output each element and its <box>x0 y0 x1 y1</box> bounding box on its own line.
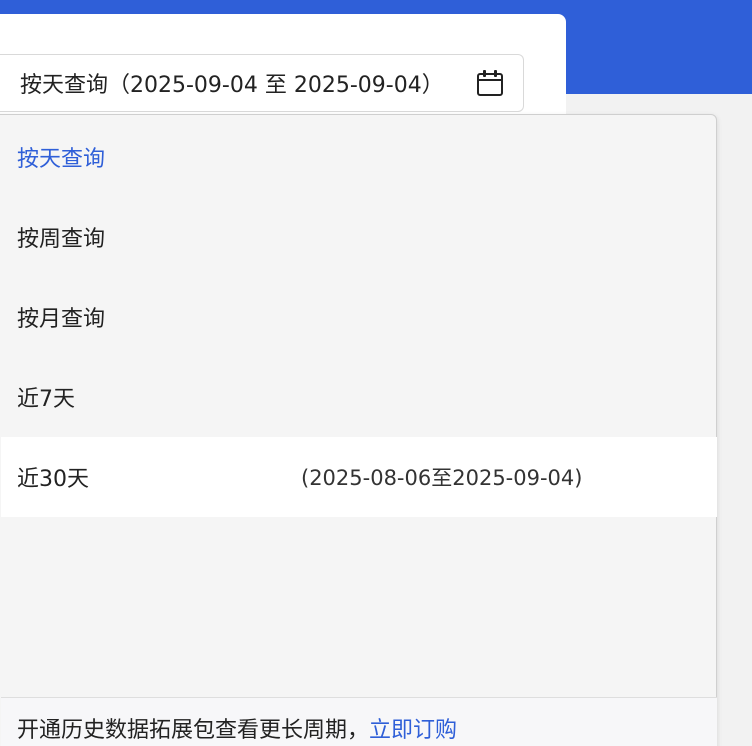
option-label: 按周查询 <box>17 227 106 252</box>
option-label: 按月查询 <box>17 307 106 332</box>
option-last-30-days[interactable]: 近30天 (2025-08-06至2025-09-04) <box>1 437 717 517</box>
footer-message: 开通历史数据拓展包查看更长周期， <box>17 717 370 743</box>
dropdown-footer: 开通历史数据拓展包查看更长周期，立即订购 <box>1 697 717 746</box>
option-label: 按天查询 <box>17 147 106 172</box>
date-range-value: 按天查询（2025-09-04 至 2025-09-04） <box>20 73 444 98</box>
option-label: 近7天 <box>17 387 75 412</box>
footer-text: 开通历史数据拓展包查看更长周期，立即订购 <box>17 712 457 744</box>
page: 按天查询（2025-09-04 至 2025-09-04） 按天查询 按周查询 … <box>0 0 752 746</box>
option-last-7-days[interactable]: 近7天 <box>1 357 717 437</box>
date-mode-dropdown: 按天查询 按周查询 按月查询 近7天 近30天 (2025-08-06至2025… <box>0 114 717 746</box>
calendar-icon[interactable] <box>475 68 505 98</box>
option-label: 近30天 <box>17 467 89 492</box>
option-range: (2025-08-06至2025-09-04) <box>301 466 583 490</box>
option-by-month[interactable]: 按月查询 <box>1 277 717 357</box>
date-range-input[interactable]: 按天查询（2025-09-04 至 2025-09-04） <box>0 54 524 112</box>
option-by-week[interactable]: 按周查询 <box>1 197 717 277</box>
option-by-day[interactable]: 按天查询 <box>1 117 717 197</box>
subscribe-link[interactable]: 立即订购 <box>369 718 457 743</box>
